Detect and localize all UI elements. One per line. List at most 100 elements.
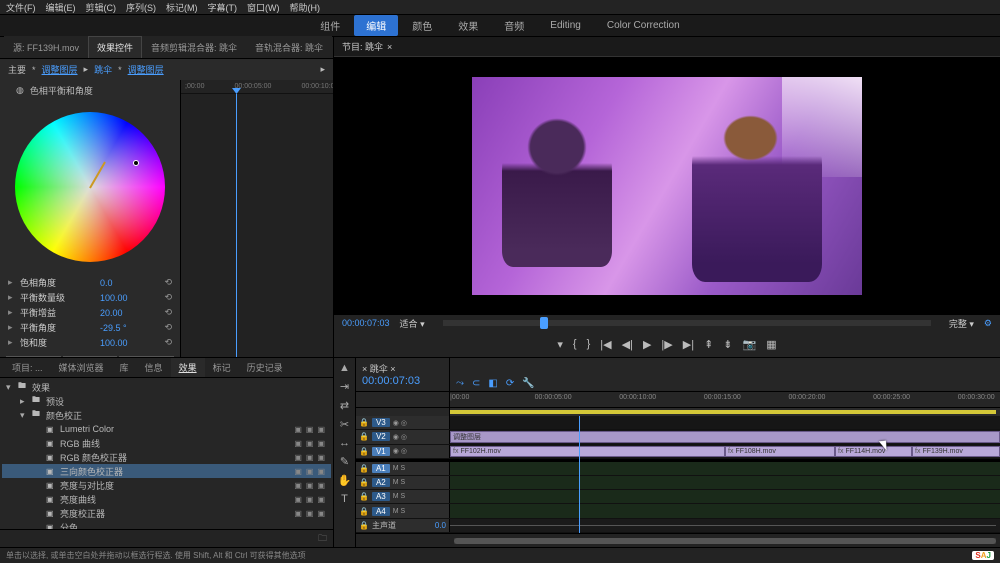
tab-effects[interactable]: 效果 [171, 358, 205, 377]
go-out-button[interactable]: ▶| [683, 338, 694, 351]
program-video-preview[interactable] [472, 77, 862, 295]
track-lane[interactable] [450, 476, 1000, 489]
lock-icon[interactable]: 🔒 [359, 507, 369, 516]
work-area-bar[interactable] [450, 408, 1000, 416]
sequence-name[interactable]: 跳伞 [370, 364, 388, 374]
timeline-zoom-scrollbar[interactable] [454, 538, 996, 544]
tab-info[interactable]: 信息 [137, 358, 171, 377]
linked-sel-icon[interactable]: ⊂ [472, 378, 480, 389]
playhead[interactable] [579, 416, 580, 533]
effect-item[interactable]: ▣亮度校正器▣▣▣ [2, 506, 331, 520]
hand-tool-icon[interactable]: ✋ [338, 474, 352, 487]
workspace-editing[interactable]: Editing [538, 17, 593, 34]
tab-markers[interactable]: 标记 [205, 358, 239, 377]
master-track-header[interactable]: 🔒主声道0.0 [356, 519, 450, 532]
param-bal-angle-value[interactable]: -29.5 ° [100, 323, 150, 333]
track-toggles[interactable]: M S [393, 508, 405, 515]
clip[interactable]: fxFF114H.mov [835, 446, 912, 457]
mark-out-button[interactable]: } [587, 338, 591, 350]
track-lane[interactable] [450, 416, 1000, 429]
lock-icon[interactable]: 🔒 [359, 447, 369, 456]
twirl-icon[interactable]: ▸ [8, 277, 20, 288]
lift-button[interactable]: ⇞ [704, 338, 713, 351]
marker-icon[interactable]: ◧ [488, 378, 497, 389]
track-target[interactable]: A4 [372, 507, 390, 516]
master-track-lane[interactable] [450, 519, 1000, 532]
snap-icon[interactable]: ⤳ [456, 378, 464, 389]
menu-edit[interactable]: 编辑(E) [46, 1, 76, 14]
track-select-tool-icon[interactable]: ⇥ [340, 380, 349, 393]
effect-item[interactable]: ▣分色 [2, 520, 331, 529]
program-scrub-bar[interactable] [443, 320, 931, 326]
track-target[interactable]: A1 [372, 464, 390, 473]
ec-breadcrumb-3[interactable]: 调整图层 [128, 63, 164, 76]
folder-item[interactable]: ▾🖿颜色校正 [2, 408, 331, 422]
workspace-editing-cn[interactable]: 编辑 [354, 15, 398, 36]
twirl-icon[interactable]: ▾ [6, 382, 18, 393]
folder-item[interactable]: ▾🖿效果 [2, 380, 331, 394]
tab-effect-controls[interactable]: 效果控件 [88, 36, 142, 58]
track-header[interactable]: 🔒A3M S [356, 490, 450, 503]
reset-icon[interactable]: ⟲ [164, 292, 172, 303]
param-bal-mag-value[interactable]: 100.00 [100, 293, 150, 303]
track-target[interactable]: A3 [372, 492, 390, 501]
track-header[interactable]: 🔒A2M S [356, 476, 450, 489]
tab-source[interactable]: 源: FF139H.mov [4, 36, 88, 58]
reset-icon[interactable]: ⟲ [164, 307, 172, 318]
param-hue-value[interactable]: 0.0 [100, 278, 150, 288]
new-bin-icon[interactable]: 🗀 [318, 531, 327, 547]
export-frame-button[interactable]: 📷 [743, 338, 757, 351]
auto-contrast-button[interactable]: 自动对比度 [63, 356, 118, 357]
twirl-icon[interactable]: ▸ [8, 322, 20, 333]
track-lane[interactable] [450, 504, 1000, 517]
clip[interactable]: fxFF139H.mov [912, 446, 1000, 457]
lock-icon[interactable]: 🔒 [359, 478, 369, 487]
pen-tool-icon[interactable]: ✎ [340, 455, 349, 468]
workspace-assembly[interactable]: 组件 [308, 15, 352, 36]
program-tab[interactable]: 节目: 跳伞 [342, 40, 383, 53]
track-header[interactable]: 🔒V2◉ ◎ [356, 430, 450, 443]
track-lane[interactable]: fxFF102H.movfxFF108H.movfxFF114H.movfxFF… [450, 445, 1000, 458]
track-header[interactable]: 🔒A4M S [356, 504, 450, 517]
tab-libraries[interactable]: 库 [112, 358, 137, 377]
effect-item[interactable]: ▣RGB 颜色校正器▣▣▣ [2, 450, 331, 464]
ec-breadcrumb-1[interactable]: 调整图层 [42, 63, 78, 76]
param-sat-value[interactable]: 100.00 [100, 338, 150, 348]
play-button[interactable]: ▶ [643, 338, 651, 351]
menu-clip[interactable]: 剪辑(C) [86, 1, 117, 14]
track-target[interactable]: A2 [372, 478, 390, 487]
razor-tool-icon[interactable]: ✂ [340, 418, 349, 431]
workspace-color[interactable]: 颜色 [400, 15, 444, 36]
ec-keyframe-area[interactable]: ;00:0000:00:05:0000:00:10:00 [180, 80, 333, 357]
workspace-cc[interactable]: Color Correction [595, 17, 692, 34]
track-header[interactable]: 🔒V1◉ ◎ [356, 445, 450, 458]
clip[interactable]: 调整图层 [450, 431, 1000, 442]
effect-item[interactable]: ▣RGB 曲线▣▣▣ [2, 436, 331, 450]
param-bal-gain-value[interactable]: 20.00 [100, 308, 150, 318]
settings-icon[interactable]: ⚙ [984, 318, 992, 329]
effect-item[interactable]: ▣Lumetri Color▣▣▣ [2, 422, 331, 436]
effect-item[interactable]: ▣亮度曲线▣▣▣ [2, 492, 331, 506]
hue-color-wheel[interactable] [15, 112, 165, 262]
tab-track-mixer[interactable]: 音轨混合器: 跳伞 [246, 36, 332, 58]
auto-black-button[interactable]: 自动黑色阶 [6, 356, 61, 357]
track-lane[interactable]: 调整图层 [450, 430, 1000, 443]
track-toggles[interactable]: ◉ ◎ [393, 419, 407, 427]
tab-clip-mixer[interactable]: 音频剪辑混合器: 跳伞 [142, 36, 246, 58]
track-header[interactable]: 🔒V3◉ ◎ [356, 416, 450, 429]
step-back-button[interactable]: ◀| [622, 338, 633, 351]
timeline-ruler[interactable]: |00:0000:00:05:0000:00:10:0000:00:15:000… [450, 392, 1000, 407]
reset-icon[interactable]: ⟲ [164, 277, 172, 288]
settings-icon[interactable]: ⟳ [506, 378, 514, 389]
lock-icon[interactable]: 🔒 [359, 492, 369, 501]
folder-item[interactable]: ▸🖿预设 [2, 394, 331, 408]
step-fwd-button[interactable]: |▶ [661, 338, 672, 351]
timeline-tracks[interactable]: 🔒V3◉ ◎🔒V2◉ ◎调整图层🔒V1◉ ◎fxFF102H.movfxFF10… [356, 416, 1000, 533]
track-lane[interactable] [450, 490, 1000, 503]
track-toggles[interactable]: ◉ ◎ [393, 433, 407, 441]
selection-tool-icon[interactable]: ▲ [339, 362, 350, 374]
menu-sequence[interactable]: 序列(S) [126, 1, 156, 14]
lock-icon[interactable]: 🔒 [359, 432, 369, 441]
tab-project[interactable]: 项目: ... [4, 358, 51, 377]
tab-history[interactable]: 历史记录 [239, 358, 291, 377]
